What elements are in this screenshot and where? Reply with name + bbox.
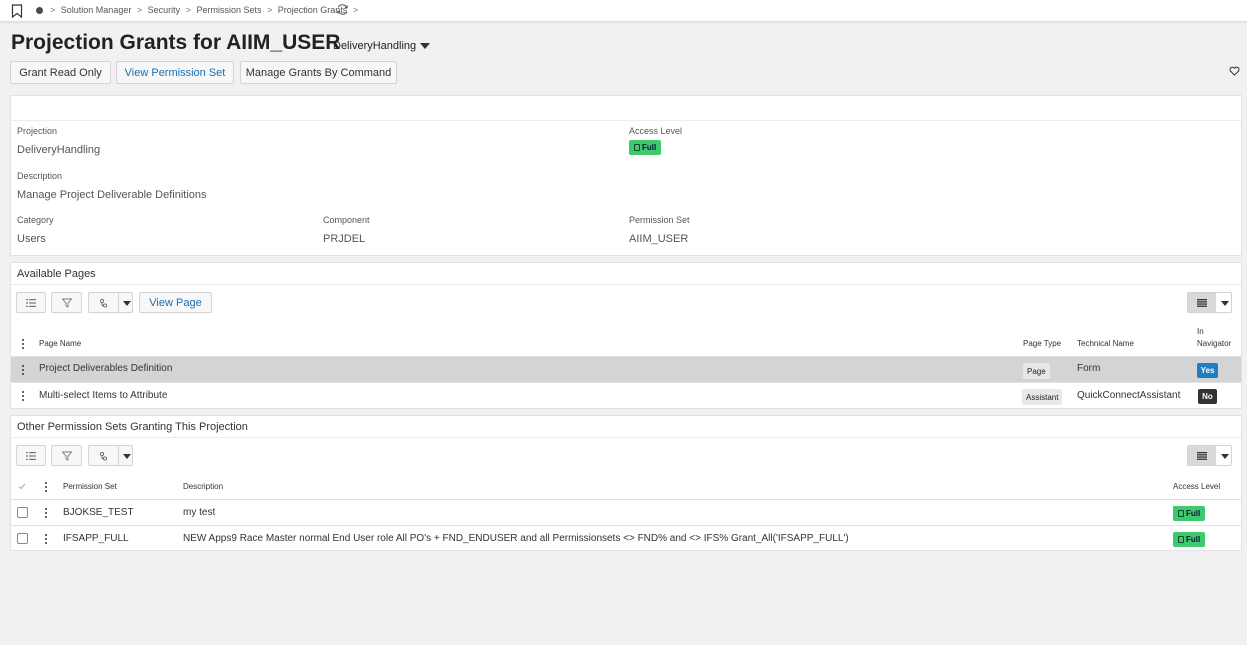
manage-grants-by-command-button[interactable]: Manage Grants By Command xyxy=(240,61,397,84)
description-cell: NEW Apps9 Race Master normal End User ro… xyxy=(183,533,849,544)
row-menu-icon[interactable] xyxy=(45,508,47,518)
divider xyxy=(11,284,1241,285)
breadcrumb-separator: > xyxy=(136,5,143,15)
bookmark-icon[interactable] xyxy=(11,4,23,18)
page-title: Projection Grants for AIIM_USER xyxy=(11,31,341,54)
col-page-name[interactable]: Page Name xyxy=(39,339,81,348)
column-chooser-button[interactable] xyxy=(16,445,46,466)
technical-name-cell: QuickConnectAssistant xyxy=(1077,390,1181,401)
description-label: Description xyxy=(17,171,63,181)
in-navigator-badge: Yes xyxy=(1197,363,1218,378)
lock-icon xyxy=(634,144,640,151)
permission-set-value: AIIM_USER xyxy=(629,233,689,245)
select-all-check-icon[interactable] xyxy=(18,483,26,490)
technical-name-cell: Form xyxy=(1077,363,1101,374)
projection-label: Projection xyxy=(17,126,58,136)
available-pages-title: Available Pages xyxy=(17,268,96,280)
row-checkbox[interactable] xyxy=(17,533,28,544)
row-menu-icon[interactable] xyxy=(22,391,24,401)
view-mode-split-button[interactable] xyxy=(1187,292,1232,313)
projection-selector[interactable]: DeliveryHandling xyxy=(333,40,416,52)
other-permission-sets-title: Other Permission Sets Granting This Proj… xyxy=(17,421,248,433)
filter-button[interactable] xyxy=(51,445,82,466)
breadcrumb-item-security[interactable]: Security xyxy=(148,5,181,15)
row-checkbox[interactable] xyxy=(17,507,28,518)
lock-icon xyxy=(1178,536,1184,543)
col-in-navigator-line2[interactable]: Navigator xyxy=(1197,339,1231,348)
breadcrumb-separator: > xyxy=(266,5,273,15)
row-menu-icon[interactable] xyxy=(45,534,47,544)
breadcrumb-separator: > xyxy=(352,5,359,15)
permission-set-label: Permission Set xyxy=(629,215,690,225)
component-value: PRJDEL xyxy=(323,233,366,245)
view-permission-set-button[interactable]: View Permission Set xyxy=(116,61,234,84)
access-level-value: Full xyxy=(642,143,657,152)
table-row[interactable]: Multi-select Items to Attribute Assistan… xyxy=(11,382,1241,408)
refresh-icon[interactable] xyxy=(336,3,349,16)
chevron-down-icon[interactable] xyxy=(123,301,131,306)
page-type-cell: Assistant xyxy=(1022,389,1063,405)
chevron-down-icon[interactable] xyxy=(1221,301,1229,306)
breadcrumb-separator: > xyxy=(50,5,56,15)
list-view-icon xyxy=(1197,299,1207,307)
list-icon xyxy=(26,298,36,307)
table-row[interactable]: Project Deliverables Definition Page For… xyxy=(11,356,1241,382)
view-mode-split-button[interactable] xyxy=(1187,445,1232,466)
list-icon xyxy=(26,451,36,460)
column-menu-icon[interactable] xyxy=(45,482,47,492)
access-level-value: Full xyxy=(1186,509,1201,518)
in-navigator-badge: No xyxy=(1198,389,1217,404)
breadcrumb-separator: > xyxy=(185,5,191,15)
column-menu-icon[interactable] xyxy=(22,339,24,349)
group-icon xyxy=(99,452,108,461)
page-type-cell: Page xyxy=(1023,363,1050,379)
page-name-cell: Multi-select Items to Attribute xyxy=(39,390,168,401)
component-label: Component xyxy=(323,215,370,225)
column-chooser-button[interactable] xyxy=(16,292,46,313)
category-label: Category xyxy=(17,215,54,225)
list-view-icon xyxy=(1197,452,1207,460)
projection-value: DeliveryHandling xyxy=(17,144,101,156)
row-menu-icon[interactable] xyxy=(22,365,24,375)
access-level-badge: Full xyxy=(1173,506,1206,521)
breadcrumb-item-permission-sets[interactable]: Permission Sets xyxy=(196,5,261,15)
col-description[interactable]: Description xyxy=(183,482,223,491)
table-row[interactable]: BJOKSE_TEST my test Full xyxy=(11,499,1241,525)
divider xyxy=(11,437,1241,438)
favorite-heart-icon[interactable] xyxy=(1229,66,1240,76)
description-cell: my test xyxy=(183,507,216,518)
page-name-cell: Project Deliverables Definition xyxy=(39,363,173,374)
home-dot-icon[interactable] xyxy=(36,7,43,14)
lock-icon xyxy=(1178,510,1184,517)
breadcrumb: > Solution Manager > Security > Permissi… xyxy=(47,5,361,15)
group-by-split-button[interactable] xyxy=(88,292,133,313)
category-value: Users xyxy=(17,233,46,245)
access-level-label: Access Level xyxy=(629,126,683,136)
group-icon xyxy=(99,299,108,308)
access-level-value: Full xyxy=(1186,535,1201,544)
permission-set-cell: BJOKSE_TEST xyxy=(63,507,134,518)
chevron-down-icon[interactable] xyxy=(1221,454,1229,459)
permission-set-cell: IFSAPP_FULL xyxy=(63,533,129,544)
col-page-type[interactable]: Page Type xyxy=(1023,339,1061,348)
access-level-badge: Full xyxy=(1173,532,1206,547)
access-level-badge: Full xyxy=(629,140,662,155)
col-access-level[interactable]: Access Level xyxy=(1173,482,1220,491)
col-technical-name[interactable]: Technical Name xyxy=(1077,339,1134,348)
description-value: Manage Project Deliverable Definitions xyxy=(17,189,207,201)
top-bar: > Solution Manager > Security > Permissi… xyxy=(0,0,1247,22)
chevron-down-icon[interactable] xyxy=(420,43,430,49)
table-row[interactable]: IFSAPP_FULL NEW Apps9 Race Master normal… xyxy=(11,525,1241,551)
col-in-navigator-line1[interactable]: In xyxy=(1197,327,1204,336)
filter-icon xyxy=(61,298,72,308)
filter-icon xyxy=(61,451,72,461)
grant-read-only-button[interactable]: Grant Read Only xyxy=(10,61,111,84)
breadcrumb-item-solution-manager[interactable]: Solution Manager xyxy=(61,5,132,15)
col-permission-set[interactable]: Permission Set xyxy=(63,482,117,491)
filter-button[interactable] xyxy=(51,292,82,313)
view-page-button[interactable]: View Page xyxy=(139,292,212,313)
chevron-down-icon[interactable] xyxy=(123,454,131,459)
group-by-split-button[interactable] xyxy=(88,445,133,466)
divider xyxy=(11,120,1241,121)
